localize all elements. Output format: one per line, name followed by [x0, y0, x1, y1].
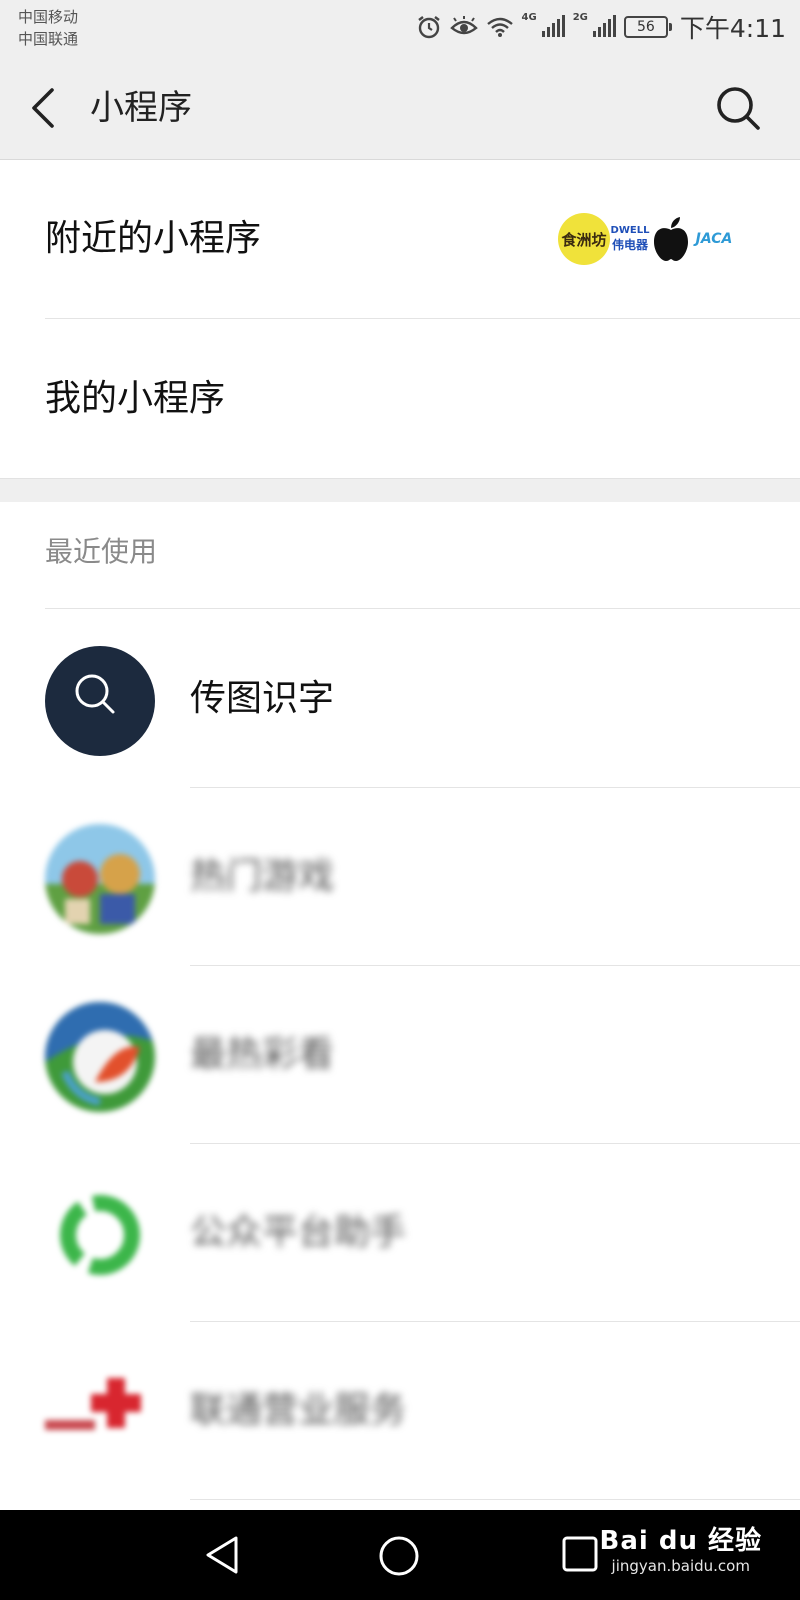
- my-mini-programs[interactable]: 我的小程序: [0, 320, 800, 478]
- wifi-icon: [486, 16, 514, 38]
- shop-logo-yellow: 食洲坊: [558, 213, 610, 265]
- nearby-mini-programs[interactable]: 附近的小程序 食洲坊 DWELL 伟电器 JACA: [0, 160, 800, 318]
- eye-icon: [449, 16, 478, 38]
- divider: [45, 608, 800, 609]
- list-item[interactable]: 公众平台助手: [0, 1144, 800, 1322]
- signal-icon: [592, 15, 616, 39]
- square-recent-icon[interactable]: [560, 1534, 600, 1578]
- shop-logo-dwell: DWELL 伟电器: [610, 219, 650, 259]
- list-item[interactable]: 传图识字: [0, 610, 800, 788]
- shop-logo-jaca: JACA: [695, 231, 733, 247]
- page-title: 小程序: [90, 88, 192, 128]
- search-button[interactable]: [714, 84, 762, 132]
- app-name: 传图识字: [190, 678, 335, 719]
- recent-section-header: 最近使用: [45, 535, 158, 568]
- app-name: 热门游戏: [190, 856, 335, 897]
- carrier-2: 中国联通: [18, 30, 79, 48]
- mine-label: 我的小程序: [45, 378, 226, 419]
- carrier-1: 中国移动: [18, 8, 79, 26]
- list-item[interactable]: 热门游戏: [0, 788, 800, 966]
- circle-home-icon[interactable]: [375, 1532, 423, 1584]
- network-type-1: 4G: [521, 12, 537, 23]
- nearby-label: 附近的小程序: [45, 218, 262, 259]
- app-name: 公众平台助手: [190, 1212, 407, 1253]
- network-type-2: 2G: [572, 12, 588, 23]
- divider: [45, 318, 800, 319]
- search-icon: [75, 674, 115, 714]
- baidu-watermark: Bai du 经验 jingyan.baidu.com: [600, 1520, 763, 1575]
- system-nav-bar: Bai du 经验 jingyan.baidu.com: [0, 1510, 800, 1600]
- watermark-line2: jingyan.baidu.com: [611, 1557, 750, 1575]
- section-gap: [0, 478, 800, 502]
- watermark-line1: Bai du 经验: [599, 1526, 762, 1556]
- dwell-logo-line1: DWELL: [610, 225, 650, 236]
- divider: [190, 1499, 800, 1500]
- search-icon: [717, 87, 760, 130]
- colorful-avatar-icon: [45, 1002, 155, 1112]
- green-ring-icon: [45, 1180, 155, 1290]
- status-time: 下午4:11: [679, 14, 786, 43]
- alarm-icon: [416, 14, 442, 40]
- signal-icon: [541, 15, 565, 39]
- app-header: 小程序: [0, 56, 800, 160]
- app-icon: [45, 646, 155, 756]
- triangle-back-icon[interactable]: [200, 1532, 246, 1582]
- list-item[interactable]: 最热彩看: [0, 966, 800, 1144]
- list-item[interactable]: 联通营业服务: [0, 1322, 800, 1500]
- apple-logo-icon: [650, 213, 692, 265]
- nearby-logos: 食洲坊 DWELL 伟电器 JACA: [558, 212, 736, 266]
- game-avatar-icon: [45, 824, 155, 934]
- app-name: 最热彩看: [190, 1034, 335, 1075]
- back-button[interactable]: [24, 84, 64, 132]
- carrier-info: 中国移动 中国联通: [18, 6, 78, 50]
- battery-icon: 56: [623, 16, 672, 38]
- app-name: 联通营业服务: [190, 1390, 407, 1431]
- dwell-logo-line2: 伟电器: [611, 238, 648, 252]
- status-bar: 中国移动 中国联通 4G 2G 56 下午4:11: [0, 0, 800, 56]
- status-icons: 4G 2G 56 下午4:11: [416, 10, 786, 44]
- red-cross-logo-icon: [45, 1358, 155, 1468]
- chevron-left-icon: [32, 88, 54, 128]
